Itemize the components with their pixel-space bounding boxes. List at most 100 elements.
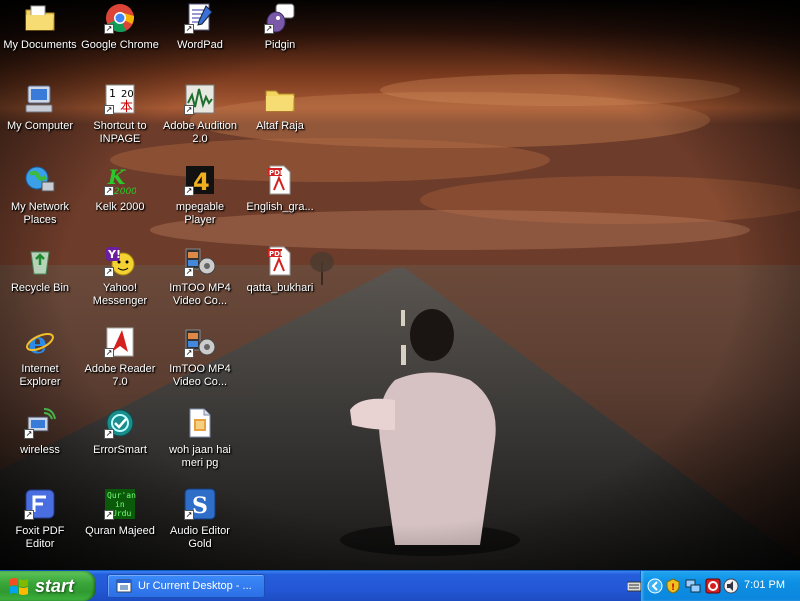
desktop-icon-wordpad[interactable]: ↗ WordPad: [160, 0, 240, 76]
desktop-icon-label: woh jaan hai meri pg: [169, 444, 231, 469]
shortcut-arrow-icon: ↗: [24, 429, 34, 439]
folder-documents-icon: [24, 2, 56, 34]
desktop-icon-errorsmart[interactable]: ↗ ErrorSmart: [80, 405, 160, 481]
audio-editor-gold-icon: S ↗: [184, 488, 216, 520]
svg-text:1: 1: [109, 87, 116, 100]
folder-icon: [264, 83, 296, 115]
desktop-icon-label: Adobe Audition 2.0: [162, 120, 237, 145]
svg-text:!: !: [671, 583, 675, 593]
adobe-reader-icon: ↗: [104, 326, 136, 358]
desktop-icon-imtoo-mp4-1[interactable]: ↗ ImTOO MP4 Video Co...: [160, 243, 240, 319]
taskbar-window-button[interactable]: Ur Current Desktop - ...: [107, 574, 265, 598]
start-label: start: [35, 575, 75, 596]
desktop-icon-pidgin[interactable]: ↗ Pidgin: [240, 0, 320, 76]
desktop-icon-adobe-audition[interactable]: ↗ Adobe Audition 2.0: [160, 81, 240, 157]
shortcut-arrow-icon: ↗: [184, 24, 194, 34]
shortcut-arrow-icon: ↗: [184, 105, 194, 115]
desktop-icon-adobe-reader[interactable]: ↗ Adobe Reader 7.0: [80, 324, 160, 400]
desktop-icon-label: Yahoo! Messenger: [92, 282, 148, 307]
yahoo-messenger-icon: Y! ↗: [104, 245, 136, 277]
imtoo-video-converter-icon: ↗: [184, 326, 216, 358]
kelk-icon: K 2000 ↗: [104, 164, 136, 196]
pdf-file-icon: PDF: [264, 245, 296, 277]
desktop-icon-wireless[interactable]: ↗ wireless: [0, 405, 80, 481]
shortcut-arrow-icon: ↗: [104, 24, 114, 34]
chrome-icon: ↗: [104, 2, 136, 34]
shortcut-arrow-icon: ↗: [104, 429, 114, 439]
desktop-icon-woh-jaan-hai-meri-pg[interactable]: woh jaan hai meri pg: [160, 405, 240, 481]
svg-text:2000: 2000: [114, 187, 136, 196]
desktop-icon-shortcut-to-inpage[interactable]: 1 20 本 ↗ Shortcut to INPAGE: [80, 81, 160, 157]
desktop-icon-label: My Documents: [3, 39, 77, 51]
svg-text:Y!: Y!: [107, 248, 121, 261]
desktop-icon-label: ImTOO MP4 Video Co...: [169, 363, 231, 388]
shortcut-arrow-icon: ↗: [184, 267, 194, 277]
shortcut-arrow-icon: ↗: [104, 186, 114, 196]
desktop-icon-label: My Network Places: [10, 201, 70, 226]
shortcut-arrow-icon: ↗: [184, 186, 194, 196]
desktop-icon-label: Google Chrome: [81, 39, 159, 51]
desktop-icon-my-computer[interactable]: My Computer: [0, 81, 80, 157]
desktop-icon-english-gra[interactable]: PDF English_gra...: [240, 162, 320, 238]
desktop-icon-label: Altaf Raja: [256, 120, 304, 132]
network-globe-icon: [24, 164, 56, 196]
foxit-pdf-editor-icon: ↗: [24, 488, 56, 520]
desktop-icon-yahoo-messenger[interactable]: Y! ↗ Yahoo! Messenger: [80, 243, 160, 319]
inpage-icon: 1 20 本 ↗: [104, 83, 136, 115]
shortcut-arrow-icon: ↗: [104, 105, 114, 115]
keyboard-icon[interactable]: [627, 579, 641, 593]
desktop-icon-label: Internet Explorer: [19, 363, 61, 388]
desktop-icon-label: My Computer: [6, 120, 74, 132]
windows-logo-icon: [10, 578, 28, 595]
desktop-icon-label: ImTOO MP4 Video Co...: [169, 282, 231, 307]
desktop-icon-label: Foxit PDF Editor: [15, 525, 65, 550]
desktop-icon-label: wireless: [20, 444, 60, 456]
desktop-icon-recycle-bin[interactable]: Recycle Bin: [0, 243, 80, 319]
desktop-icon-quran-majeed[interactable]: Qur'an in Urdu ↗ Quran Majeed: [80, 486, 160, 562]
desktop-icon-imtoo-mp4-2[interactable]: ↗ ImTOO MP4 Video Co...: [160, 324, 240, 400]
desktop-icon-my-network-places[interactable]: My Network Places: [0, 162, 80, 238]
desktop-icon-altaf-raja[interactable]: Altaf Raja: [240, 81, 320, 157]
volume-speaker-icon[interactable]: [723, 578, 739, 594]
desktop-icon-internet-explorer[interactable]: e Internet Explorer: [0, 324, 80, 400]
pdf-file-icon: PDF: [264, 164, 296, 196]
desktop-icon-google-chrome[interactable]: ↗ Google Chrome: [80, 0, 160, 76]
svg-text:20: 20: [121, 89, 134, 100]
start-button[interactable]: start: [0, 571, 96, 601]
desktop-icon-foxit-pdf-editor[interactable]: ↗ Foxit PDF Editor: [0, 486, 80, 562]
svg-text:PDF: PDF: [269, 169, 285, 177]
recycle-bin-icon: [24, 245, 56, 277]
desktop-icon-my-documents[interactable]: My Documents: [0, 0, 80, 76]
desktop-icon-label: Adobe Reader 7.0: [84, 363, 156, 388]
svg-text:PDF: PDF: [269, 250, 285, 258]
shortcut-arrow-icon: ↗: [24, 510, 34, 520]
desktop-icon-qatta-bukhari[interactable]: PDF qatta_bukhari: [240, 243, 320, 319]
security-shield-icon[interactable]: !: [665, 578, 681, 594]
desktop-icon-audio-editor-gold[interactable]: S ↗ Audio Editor Gold: [160, 486, 240, 562]
svg-text:in: in: [115, 500, 125, 509]
shortcut-arrow-icon: ↗: [184, 348, 194, 358]
errorsmart-icon: ↗: [104, 407, 136, 439]
mpegable-player-icon: 4 ↗: [184, 164, 216, 196]
system-tray: ! 7:01 PM: [627, 571, 800, 601]
clock[interactable]: 7:01 PM: [744, 579, 785, 591]
svg-text:本: 本: [120, 100, 133, 115]
shortcut-arrow-icon: ↗: [104, 267, 114, 277]
antivirus-icon[interactable]: [705, 578, 721, 594]
document-file-icon: [184, 407, 216, 439]
svg-text:S: S: [192, 493, 208, 519]
taskbar: start Ur Current Desktop - ... ! 7:01 PM: [0, 570, 800, 601]
network-connection-icon[interactable]: [685, 578, 701, 594]
desktop-icon-mpegable-player[interactable]: 4 ↗ mpegable Player: [160, 162, 240, 238]
desktop-icon-label: qatta_bukhari: [246, 282, 314, 294]
pidgin-icon: ↗: [264, 2, 296, 34]
shortcut-arrow-icon: ↗: [104, 348, 114, 358]
desktop-icon-label: mpegable Player: [175, 201, 225, 226]
desktop-icon-label: ErrorSmart: [93, 444, 147, 456]
show-hidden-icons-chevron-icon[interactable]: [647, 578, 663, 594]
desktop-icon-label: Pidgin: [264, 39, 296, 51]
desktop-icon-kelk-2000[interactable]: K 2000 ↗ Kelk 2000: [80, 162, 160, 238]
adobe-audition-icon: ↗: [184, 83, 216, 115]
desktop-icon-label: Audio Editor Gold: [170, 525, 230, 550]
svg-text:Urdu: Urdu: [112, 509, 131, 518]
